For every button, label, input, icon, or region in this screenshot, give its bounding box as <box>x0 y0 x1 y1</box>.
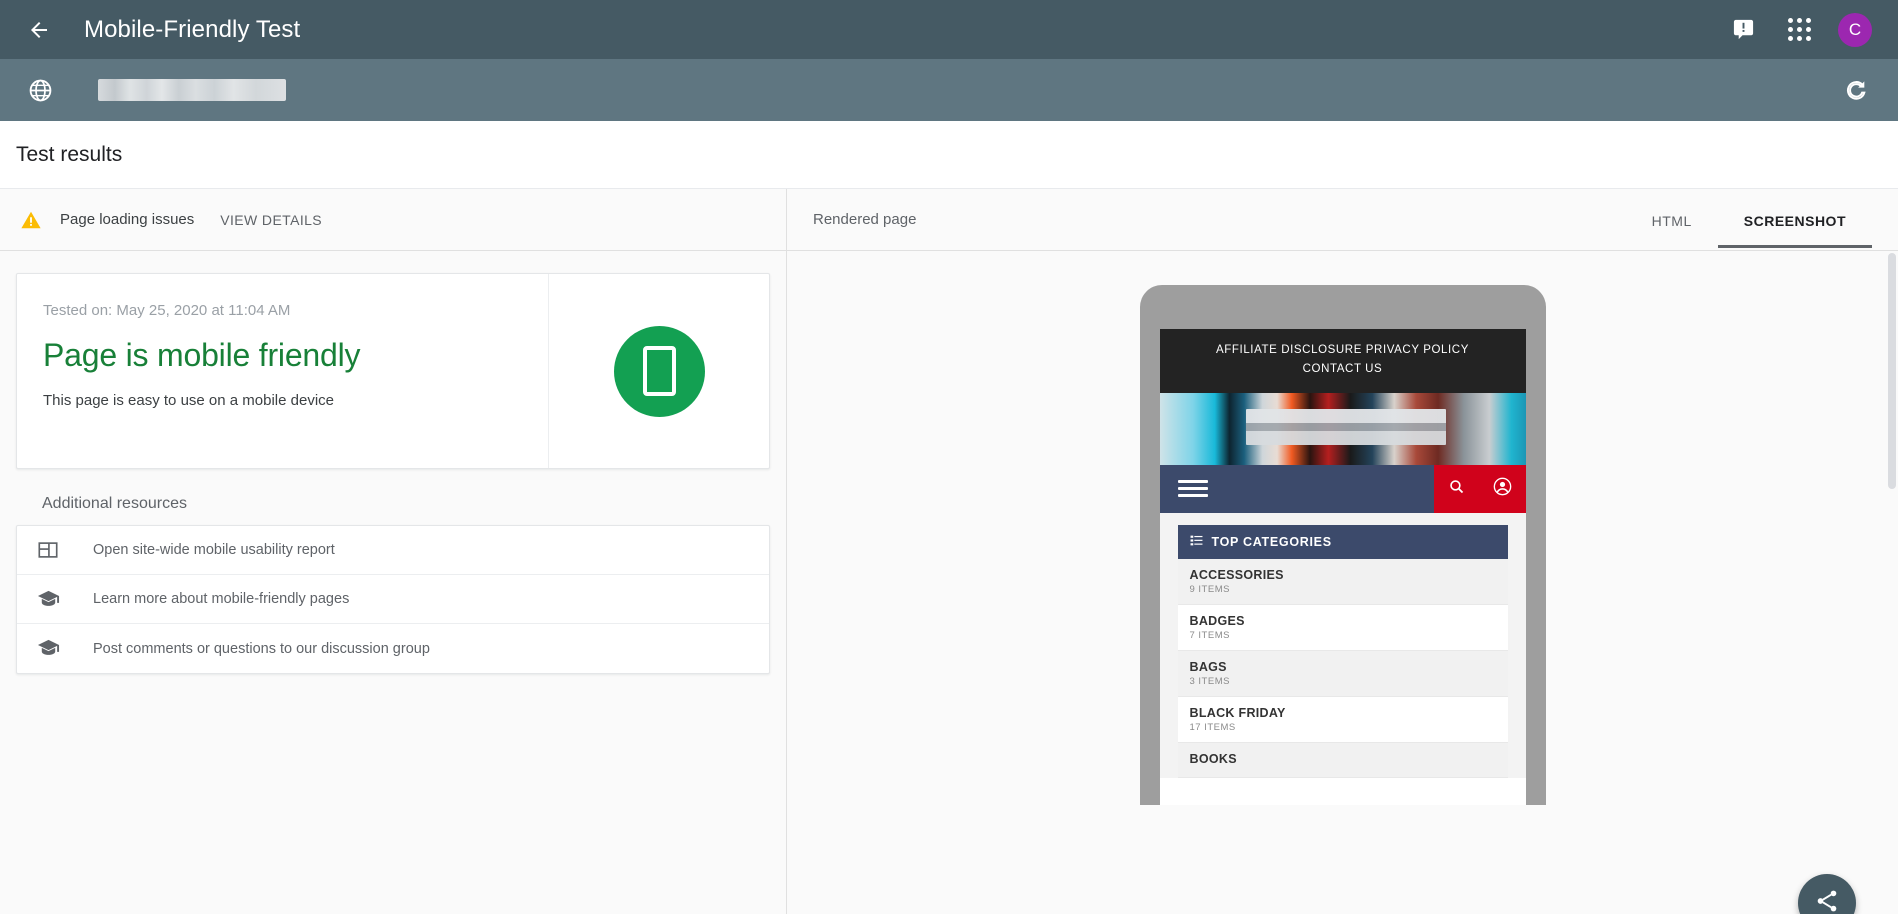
url-input[interactable] <box>98 79 286 101</box>
apps-grid-icon[interactable] <box>1778 9 1820 51</box>
category-count: 3 ITEMS <box>1190 676 1496 687</box>
category-name: BAGS <box>1190 660 1496 674</box>
left-pane: Page loading issues VIEW DETAILS Tested … <box>0 189 787 914</box>
preview-scrollbar[interactable] <box>1889 251 1897 914</box>
verdict-subtext: This page is easy to use on a mobile dev… <box>43 392 522 409</box>
phone-mockup: AFFILIATE DISCLOSURE PRIVACY POLICY CONT… <box>1140 285 1546 805</box>
resource-row-learn-more[interactable]: Learn more about mobile-friendly pages <box>17 575 769 624</box>
back-arrow-icon[interactable] <box>22 13 56 47</box>
report-icon <box>37 539 73 561</box>
site-body: TOP CATEGORIES ACCESSORIES 9 ITEMS BADGE… <box>1160 513 1526 778</box>
site-nav-actions <box>1434 465 1526 513</box>
site-hero-image <box>1160 393 1526 465</box>
category-name: ACCESSORIES <box>1190 568 1496 582</box>
category-count: 9 ITEMS <box>1190 584 1496 595</box>
body-split: Page loading issues VIEW DETAILS Tested … <box>0 189 1898 914</box>
phone-screen: AFFILIATE DISCLOSURE PRIVACY POLICY CONT… <box>1160 329 1526 805</box>
category-count: 7 ITEMS <box>1190 630 1496 641</box>
globe-icon <box>22 78 58 103</box>
school-icon <box>37 637 73 660</box>
category-list: ACCESSORIES 9 ITEMS BADGES 7 ITEMS BAGS … <box>1178 559 1508 778</box>
site-logo-redacted <box>1246 409 1446 445</box>
results-header: Test results <box>0 121 1898 189</box>
tab-html[interactable]: HTML <box>1626 192 1718 248</box>
resource-label: Learn more about mobile-friendly pages <box>93 591 349 607</box>
verdict-text: Page is mobile friendly <box>43 337 522 374</box>
preview-bar: Rendered page HTML SCREENSHOT <box>787 189 1898 251</box>
preview-area: AFFILIATE DISCLOSURE PRIVACY POLICY CONT… <box>787 251 1898 914</box>
refresh-icon[interactable] <box>1836 70 1876 110</box>
list-item[interactable]: BLACK FRIDAY 17 ITEMS <box>1178 697 1508 743</box>
tab-screenshot[interactable]: SCREENSHOT <box>1718 192 1872 248</box>
school-icon <box>37 588 73 611</box>
url-bar <box>0 59 1898 121</box>
category-name: BADGES <box>1190 614 1496 628</box>
feedback-icon[interactable] <box>1722 9 1764 51</box>
preview-title: Rendered page <box>813 211 916 228</box>
additional-resources-card: Open site-wide mobile usability report L… <box>16 525 770 674</box>
category-count: 17 ITEMS <box>1190 722 1496 733</box>
left-scroll-area: Tested on: May 25, 2020 at 11:04 AM Page… <box>0 251 786 914</box>
hamburger-menu-icon[interactable] <box>1178 476 1208 501</box>
category-name: BLACK FRIDAY <box>1190 706 1496 720</box>
list-item[interactable]: ACCESSORIES 9 ITEMS <box>1178 559 1508 605</box>
list-icon <box>1190 534 1203 550</box>
top-categories-label: TOP CATEGORIES <box>1212 535 1332 549</box>
top-categories-header: TOP CATEGORIES <box>1178 525 1508 559</box>
share-button[interactable] <box>1798 874 1856 914</box>
site-topbar-line2: CONTACT US <box>1170 360 1516 379</box>
search-icon[interactable] <box>1448 478 1465 500</box>
list-item[interactable]: BAGS 3 ITEMS <box>1178 651 1508 697</box>
result-card-main: Tested on: May 25, 2020 at 11:04 AM Page… <box>17 274 548 468</box>
result-badge <box>548 274 769 468</box>
account-icon[interactable] <box>1493 477 1512 501</box>
tested-on-timestamp: Tested on: May 25, 2020 at 11:04 AM <box>43 302 522 319</box>
share-icon <box>1814 888 1840 914</box>
resource-row-discussion-group[interactable]: Post comments or questions to our discus… <box>17 624 769 673</box>
resource-label: Post comments or questions to our discus… <box>93 641 430 657</box>
right-pane: Rendered page HTML SCREENSHOT AFFILIATE … <box>787 189 1898 914</box>
site-topbar: AFFILIATE DISCLOSURE PRIVACY POLICY CONT… <box>1160 329 1526 393</box>
additional-resources-label: Additional resources <box>42 495 770 513</box>
app-bar: Mobile-Friendly Test C <box>0 0 1898 59</box>
list-item[interactable]: BOOKS <box>1178 743 1508 778</box>
page-title: Mobile-Friendly Test <box>84 16 300 44</box>
category-name: BOOKS <box>1190 752 1496 766</box>
view-details-button[interactable]: VIEW DETAILS <box>220 212 322 228</box>
resource-label: Open site-wide mobile usability report <box>93 542 335 558</box>
mobile-friendly-test-page: Mobile-Friendly Test C <box>0 0 1898 914</box>
avatar[interactable]: C <box>1838 13 1872 47</box>
site-topbar-line1: AFFILIATE DISCLOSURE PRIVACY POLICY <box>1170 341 1516 360</box>
warning-triangle-icon <box>18 209 44 231</box>
issue-banner: Page loading issues VIEW DETAILS <box>0 189 786 251</box>
preview-scrollbar-thumb[interactable] <box>1888 253 1896 489</box>
mobile-phone-icon <box>643 346 676 396</box>
status-badge <box>614 326 705 417</box>
resource-row-usability-report[interactable]: Open site-wide mobile usability report <box>17 526 769 575</box>
apps-grid-dots <box>1788 18 1811 41</box>
result-card: Tested on: May 25, 2020 at 11:04 AM Page… <box>16 273 770 469</box>
list-item[interactable]: BADGES 7 ITEMS <box>1178 605 1508 651</box>
site-nav <box>1160 465 1526 513</box>
results-title: Test results <box>16 143 122 167</box>
issue-text: Page loading issues <box>60 211 194 228</box>
